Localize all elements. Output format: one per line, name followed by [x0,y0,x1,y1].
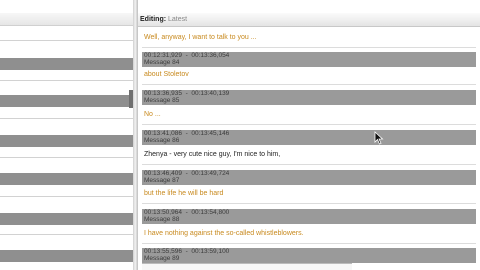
left-row-separator [0,234,133,235]
left-pane-header [0,13,133,26]
entry-header[interactable]: 00:13:46,409 - 00:13:49,724 Message 87 [142,170,476,185]
entry-end-time: 00:13:59,100 [191,248,230,255]
left-pane [0,0,134,270]
left-row-separator [0,80,133,81]
entry-message-label: Message 84 [144,59,180,66]
editing-label: Editing: [140,16,167,23]
entry-separator [142,84,476,85]
entry-start-time: 00:13:46,409 [144,170,182,177]
left-row-bar[interactable] [0,135,133,147]
left-row-bar[interactable] [0,95,133,107]
entry-start-time: 00:13:36,935 [144,90,182,97]
entry-message-label: Message 87 [144,177,180,184]
entry-start-time: 00:12:31,929 [144,52,182,59]
dialogue-line[interactable]: I have nothing against the so-called whi… [144,229,474,239]
entry-times: 00:13:41,086 - 00:13:45,146 [144,130,230,137]
left-row-separator [0,118,133,119]
app-window: Editing: Latest Well, anyway, I want to … [0,0,480,270]
editing-header: Editing: Latest [138,13,480,27]
left-row-separator [0,40,133,41]
entry-separator [142,124,476,125]
entry-header[interactable]: 00:12:31,929 - 00:13:36,054 Message 84 [142,52,476,67]
left-row-bar[interactable] [0,213,133,225]
entry-message-label: Message 86 [144,137,180,144]
entry-times: 00:12:31,929 - 00:13:36,054 [144,52,230,59]
entry-end-time: 00:13:45,146 [191,130,230,137]
dialogue-line[interactable]: but the life he will be hard [144,189,474,199]
editing-value: Latest [168,16,188,23]
entry-start-time: 00:13:50,964 [144,209,182,216]
left-row-bar[interactable] [0,58,133,70]
entry-message-label: Message 85 [144,97,180,104]
entry-start-time: 00:13:41,086 [144,130,182,137]
entry-header[interactable]: 00:13:36,935 - 00:13:40,139 Message 85 [142,90,476,105]
dialogue-line[interactable]: Well, anyway, I want to talk to you ... [144,33,474,43]
left-row-separator [0,196,133,197]
entry-times: 00:13:46,409 - 00:13:49,724 [144,170,230,177]
dialogue-line[interactable]: Zhenya - very cute nice guy, I'm nice to… [144,150,474,160]
text-input-area[interactable] [142,263,352,270]
entry-separator [142,164,476,165]
entry-separator [142,203,476,204]
entry-start-time: 00:13:55,596 [144,248,182,255]
dialogue-line[interactable]: about Stoletov [144,70,474,80]
entry-end-time: 00:13:40,139 [191,90,230,97]
entry-end-time: 00:13:54,800 [191,209,230,216]
entry-end-time: 00:13:49,724 [191,170,230,177]
entry-message-label: Message 88 [144,216,180,223]
editor-pane: Editing: Latest Well, anyway, I want to … [138,0,480,270]
left-row-bar[interactable] [0,250,133,262]
left-row-separator [0,157,133,158]
entry-header[interactable]: 00:13:50,964 - 00:13:54,800 Message 88 [142,209,476,224]
entry-times: 00:13:50,964 - 00:13:54,800 [144,209,230,216]
entry-header[interactable]: 00:13:55,596 - 00:13:59,100 Message 89 [142,248,476,263]
mouse-pointer-icon [374,131,384,145]
dialogue-line[interactable]: No ... [144,110,474,120]
entry-separator [142,47,476,48]
entry-times: 00:13:55,596 - 00:13:59,100 [144,248,230,255]
entry-header[interactable]: 00:13:41,086 - 00:13:45,146 Message 86 [142,130,476,145]
entry-message-label: Message 89 [144,255,180,262]
entry-times: 00:13:36,935 - 00:13:40,139 [144,90,230,97]
entry-separator [142,243,476,244]
left-row-bar[interactable] [0,173,133,185]
entry-end-time: 00:13:36,054 [191,52,230,59]
